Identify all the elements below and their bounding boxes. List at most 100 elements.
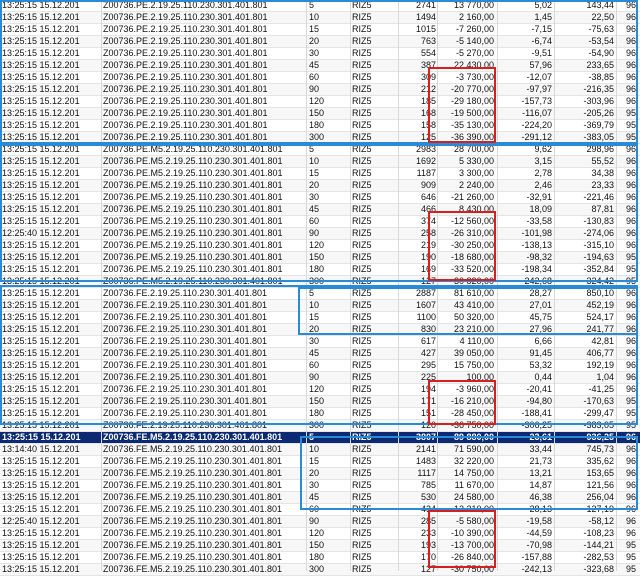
ratio-cell: 121,56 bbox=[586, 480, 614, 490]
percent-cell: 95 bbox=[625, 264, 636, 274]
instrument-cell: Z00736.FE.2.19.25.110.230.301.401.801 bbox=[103, 336, 267, 346]
percent-cell: 96 bbox=[625, 504, 636, 514]
table-row[interactable]: 13:25:15 15.12.201 Z00736.PE.2.19.25.110.… bbox=[0, 12, 640, 24]
table-row[interactable]: 13:25:15 15.12.201 Z00736.PE.2.19.25.110.… bbox=[0, 96, 640, 108]
avg-cell: -7,15 bbox=[531, 24, 552, 34]
table-row[interactable]: 13:25:15 15.12.201 Z00736.FE.M5.2.19.25.1… bbox=[0, 468, 640, 480]
table-row[interactable]: 13:25:15 15.12.201 Z00736.PE.M5.2.19.25.1… bbox=[0, 216, 640, 228]
percent-cell: 95 bbox=[625, 252, 636, 262]
table-row[interactable]: 13:25:15 15.12.201 Z00736.FE.M5.2.19.25.1… bbox=[0, 528, 640, 540]
table-row[interactable]: 13:25:15 15.12.201 Z00736.FE.2.19.25.110.… bbox=[0, 300, 640, 312]
instrument-cell: Z00736.PE.2.19.25.110.230.301.401.801 bbox=[103, 132, 268, 142]
avg-cell: -33,58 bbox=[526, 216, 552, 226]
instrument-cell: Z00736.FE.2.19.25.110.230.301.401.801 bbox=[103, 348, 267, 358]
profit-cell: -12 560,00 bbox=[450, 216, 494, 226]
period-cell: 30 bbox=[309, 480, 320, 490]
table-row[interactable]: 13:25:15 15.12.201 Z00736.PE.2.19.25.110.… bbox=[0, 24, 640, 36]
instrument-cell: Z00736.PE.M5.2.19.25.110.230.301.401.801 bbox=[103, 204, 283, 214]
timestamp-cell: 13:25:15 15.12.201 bbox=[2, 420, 80, 430]
instrument-cell: Z00736.FE.2.19.25.110.230.301.401.801 bbox=[103, 324, 267, 334]
ticker-cell: RIZ5 bbox=[352, 84, 372, 94]
table-row-selected[interactable]: 13:25:15 15.12.201 Z00736.FE.M5.2.19.25.1… bbox=[0, 432, 640, 444]
ticker-cell: RIZ5 bbox=[352, 36, 372, 46]
avg-cell: -116,07 bbox=[522, 108, 552, 118]
table-row[interactable]: 13:25:15 15.12.201 Z00736.FE.M5.2.19.25.1… bbox=[0, 540, 640, 552]
count-cell: 219 bbox=[420, 240, 436, 250]
ratio-cell: 850,10 bbox=[586, 288, 614, 298]
table-row[interactable]: 13:25:15 15.12.201 Z00736.FE.M5.2.19.25.1… bbox=[0, 480, 640, 492]
table-row[interactable]: 13:25:15 15.12.201 Z00736.PE.2.19.25.110.… bbox=[0, 120, 640, 132]
avg-cell: -157,88 bbox=[521, 552, 552, 562]
period-cell: 60 bbox=[309, 216, 320, 226]
timestamp-cell: 13:25:15 15.12.201 bbox=[2, 408, 80, 418]
table-row[interactable]: 13:25:15 15.12.201 Z00736.PE.M5.2.19.25.1… bbox=[0, 240, 640, 252]
table-row[interactable]: 13:25:15 15.12.201 Z00736.PE.2.19.25.110.… bbox=[0, 108, 640, 120]
table-row[interactable]: 13:25:15 15.12.201 Z00736.FE.M5.2.19.25.1… bbox=[0, 504, 640, 516]
instrument-cell: Z00736.PE.M5.2.19.25.110.230.301.401.801 bbox=[103, 168, 283, 178]
table-row[interactable]: 13:25:15 15.12.201 Z00736.PE.M5.2.19.25.1… bbox=[0, 204, 640, 216]
table-row[interactable]: 13:25:15 15.12.201 Z00736.PE.M5.2.19.25.1… bbox=[0, 144, 640, 156]
table-row[interactable]: 12:25:40 15.12.201 Z00736.FE.M5.2.19.25.1… bbox=[0, 516, 640, 528]
table-row[interactable]: 13:25:15 15.12.201 Z00736.FE.2.19.25.110.… bbox=[0, 372, 640, 384]
count-cell: 151 bbox=[420, 408, 436, 418]
count-cell: 127 bbox=[420, 564, 436, 574]
table-row[interactable]: 13:25:15 15.12.201 Z00736.PE.M5.2.19.25.1… bbox=[0, 264, 640, 276]
table-row[interactable]: 13:14:40 15.12.201 Z00736.FE.M5.2.19.25.1… bbox=[0, 444, 640, 456]
timestamp-cell: 13:25:15 15.12.201 bbox=[2, 0, 80, 10]
count-cell: 212 bbox=[420, 84, 436, 94]
table-row[interactable]: 13:25:15 15.12.201 Z00736.FE.2.19.25.110.… bbox=[0, 384, 640, 396]
table-row[interactable]: 13:25:15 15.12.201 Z00736.FE.2.19.25.110.… bbox=[0, 348, 640, 360]
table-row[interactable]: 13:25:15 15.12.201 Z00736.FE.M5.2.19.25.1… bbox=[0, 456, 640, 468]
table-row[interactable]: 13:25:15 15.12.201 Z00736.FE.2.19.25.110.… bbox=[0, 396, 640, 408]
ratio-cell: -38,85 bbox=[588, 72, 614, 82]
timestamp-cell: 13:25:15 15.12.201 bbox=[2, 324, 80, 334]
table-row[interactable]: 13:25:15 15.12.201 Z00736.FE.2.19.25.110.… bbox=[0, 336, 640, 348]
profit-cell: 15 750,00 bbox=[453, 360, 494, 370]
avg-cell: -138,13 bbox=[521, 240, 552, 250]
table-row[interactable]: 13:25:15 15.12.201 Z00736.PE.2.19.25.110.… bbox=[0, 132, 640, 144]
table-row[interactable]: 13:25:15 15.12.201 Z00736.PE.2.19.25.110.… bbox=[0, 36, 640, 48]
ratio-cell: -303,96 bbox=[583, 96, 614, 106]
instrument-cell: Z00736.FE.2.19.25.110.230.301.401.801 bbox=[103, 396, 267, 406]
avg-cell: -19,58 bbox=[526, 516, 552, 526]
table-row[interactable]: 13:25:15 15.12.201 Z00736.FE.2.19.25.110.… bbox=[0, 408, 640, 420]
table-row[interactable]: 13:25:15 15.12.201 Z00736.PE.2.19.25.110.… bbox=[0, 72, 640, 84]
table-row[interactable]: 13:25:15 15.12.201 Z00736.PE.M5.2.19.25.1… bbox=[0, 276, 640, 288]
table-row[interactable]: 13:25:15 15.12.201 Z00736.PE.M5.2.19.25.1… bbox=[0, 192, 640, 204]
table-row[interactable]: 13:25:15 15.12.201 Z00736.FE.2.19.25.110.… bbox=[0, 324, 640, 336]
instrument-cell: Z00736.FE.M5.2.19.25.110.230.301.401.801 bbox=[103, 504, 282, 514]
percent-cell: 95 bbox=[625, 408, 636, 418]
table-row[interactable]: 13:25:15 15.12.201 Z00736.PE.M5.2.19.25.1… bbox=[0, 180, 640, 192]
count-cell: 1692 bbox=[415, 156, 436, 166]
table-row[interactable]: 13:25:15 15.12.201 Z00736.PE.M5.2.19.25.1… bbox=[0, 252, 640, 264]
avg-cell: 33,44 bbox=[529, 444, 552, 454]
table-row[interactable]: 13:25:15 15.12.201 Z00736.PE.M5.2.19.25.1… bbox=[0, 156, 640, 168]
table-row[interactable]: 13:25:15 15.12.201 Z00736.FE.2.19.25.110.… bbox=[0, 312, 640, 324]
table-row[interactable]: 13:25:15 15.12.201 Z00736.PE.2.19.25.110.… bbox=[0, 48, 640, 60]
table-row[interactable]: 13:25:15 15.12.201 Z00736.FE.M5.2.19.25.1… bbox=[0, 492, 640, 504]
instrument-cell: Z00736.PE.M5.2.19.25.110.230.301.401.801 bbox=[103, 156, 283, 166]
period-cell: 300 bbox=[309, 132, 325, 142]
table-row[interactable]: 13:25:15 15.12.201 Z00736.PE.2.19.25.110.… bbox=[0, 60, 640, 72]
period-cell: 45 bbox=[309, 204, 320, 214]
period-cell: 60 bbox=[309, 504, 320, 514]
avg-cell: -101,98 bbox=[521, 228, 552, 238]
percent-cell: 96 bbox=[625, 216, 636, 226]
table-row[interactable]: 13:25:15 15.12.201 Z00736.FE.2.19.25.110.… bbox=[0, 420, 640, 432]
table-row[interactable]: 13:25:15 15.12.201 Z00736.PE.2.19.25.110.… bbox=[0, 84, 640, 96]
instrument-cell: Z00736.FE.M5.2.19.25.110.230.301.401.801 bbox=[103, 552, 282, 562]
ticker-cell: RIZ5 bbox=[352, 228, 372, 238]
count-cell: 158 bbox=[420, 120, 436, 130]
ticker-cell: RIZ5 bbox=[352, 0, 372, 10]
table-row[interactable]: 12:25:40 15.12.201 Z00736.PE.M5.2.19.25.1… bbox=[0, 228, 640, 240]
table-row[interactable]: 13:25:15 15.12.201 Z00736.PE.M5.2.19.25.1… bbox=[0, 168, 640, 180]
instrument-cell: Z00736.FE.M5.2.19.25.110.230.301.401.801 bbox=[103, 564, 282, 574]
table-row[interactable]: 13:25:15 15.12.201 Z00736.FE.M5.2.19.25.1… bbox=[0, 552, 640, 564]
table-row[interactable]: 13:25:15 15.12.201 Z00736.PE.2.19.25.110.… bbox=[0, 0, 640, 12]
table-row[interactable]: 13:25:15 15.12.201 Z00736.FE.2.19.25.110.… bbox=[0, 360, 640, 372]
instrument-cell: Z00736.PE.2.19.25.110.230.301.401.801 bbox=[103, 108, 268, 118]
table-row[interactable]: 13:25:15 15.12.201 Z00736.FE.2.19.25.110.… bbox=[0, 288, 640, 300]
avg-cell: -188,41 bbox=[521, 408, 552, 418]
table-row[interactable]: 13:25:15 15.12.201 Z00736.FE.M5.2.19.25.1… bbox=[0, 564, 640, 576]
timestamp-cell: 12:25:40 15.12.201 bbox=[2, 228, 80, 238]
